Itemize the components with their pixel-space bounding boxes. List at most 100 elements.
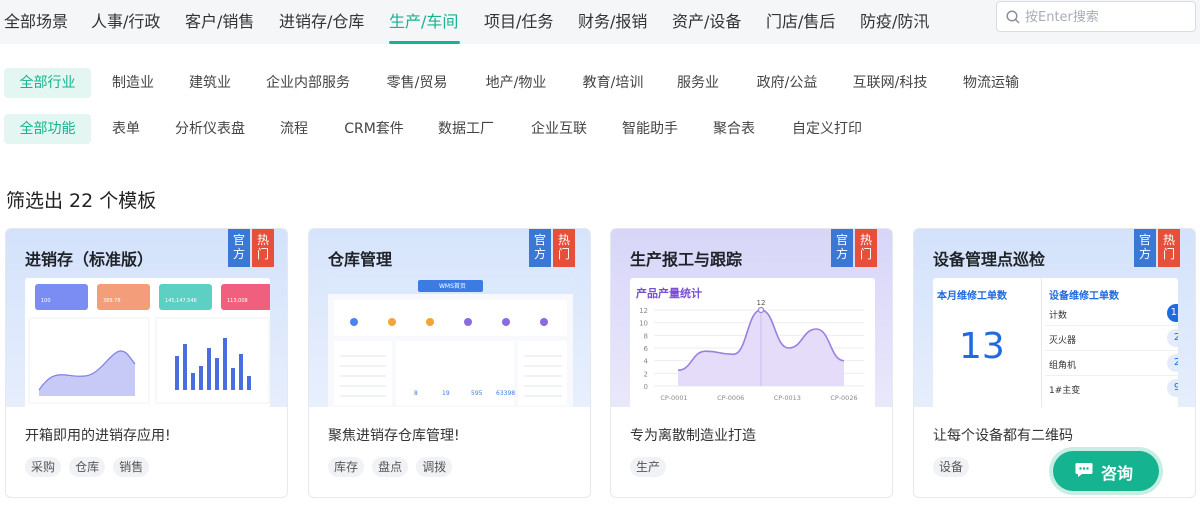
industry-filter-row: 全部行业 制造业 建筑业 企业内部服务 零售/贸易 地产/物业 教育/培训 服务… — [0, 68, 1200, 98]
official-ribbon: 官方 — [831, 229, 853, 267]
tag: 调拨 — [416, 457, 453, 477]
card-preview: 本月维修工单数 13 设备维修工单数 计数 13 灭火器 2 组角机 2 1#主… — [933, 278, 1178, 407]
chat-bubble-icon — [1075, 463, 1093, 477]
row-name: 计数 — [1049, 311, 1068, 321]
y-tick-label: 2 — [644, 370, 648, 378]
function-filter-custom-print[interactable]: 自定义打印 — [787, 114, 867, 144]
card-preview: 产品产量统计 0 2 4 6 8 10 12 CP-0001 CP-0006 CP-0013 CP-… — [630, 278, 875, 407]
kpi-value-2: 389.78 — [103, 298, 121, 304]
industry-filter-real-estate[interactable]: 地产/物业 — [480, 68, 552, 98]
tab-all-scenes[interactable]: 全部场景 — [4, 8, 68, 32]
function-filter-smart-assistant[interactable]: 智能助手 — [618, 114, 682, 144]
function-filter-workflow[interactable]: 流程 — [276, 114, 312, 144]
tab-store-aftersales[interactable]: 门店/售后 — [766, 8, 835, 32]
row-count-badge: 2 — [1167, 329, 1178, 347]
industry-filter-internet-tech[interactable]: 互联网/科技 — [848, 68, 932, 98]
tab-customer-sales[interactable]: 客户/销售 — [185, 8, 254, 32]
official-ribbon: 官方 — [228, 229, 250, 267]
card-tags: 生产 — [630, 456, 669, 477]
kpi-value-3: 145,147,546 — [165, 298, 197, 304]
x-tick-label: CP-0026 — [830, 394, 857, 402]
tab-inventory-warehouse[interactable]: 进销存/仓库 — [279, 8, 364, 32]
result-count: 筛选出 22 个模板 — [6, 186, 156, 213]
search-input[interactable] — [1025, 7, 1185, 27]
card-description: 开箱即用的进销存应用! — [25, 428, 171, 444]
hot-ribbon: 热门 — [553, 229, 575, 267]
function-filter-dashboard[interactable]: 分析仪表盘 — [171, 114, 249, 144]
divider — [1045, 350, 1178, 351]
function-filter-all[interactable]: 全部功能 — [4, 114, 91, 144]
card-header: 设备管理点巡检 官方 热门 本月维修工单数 13 设备维修工单数 计数 13 灭… — [914, 229, 1195, 407]
wms-stat-4: 63398 — [496, 390, 516, 397]
industry-filter-all[interactable]: 全部行业 — [4, 68, 91, 98]
card-preview: 100 389.78 145,147,546 113,008 — [25, 278, 270, 407]
y-tick-label: 10 — [639, 320, 648, 328]
kpi-value-4: 113,008 — [227, 298, 248, 304]
industry-filter-internal-services[interactable]: 企业内部服务 — [262, 68, 354, 98]
card-description: 专为离散制造业打造 — [630, 428, 756, 444]
divider — [1045, 375, 1178, 376]
peak-point — [757, 306, 765, 314]
wms-stat-2: 19 — [442, 390, 450, 397]
y-tick-label: 0 — [644, 383, 648, 391]
search-box[interactable] — [996, 1, 1196, 32]
active-tab-underline — [389, 41, 460, 44]
tab-epidemic-flood[interactable]: 防疫/防汛 — [860, 8, 929, 32]
function-filter-crm[interactable]: CRM套件 — [340, 114, 408, 144]
tab-asset-equipment[interactable]: 资产/设备 — [672, 8, 741, 32]
chart-title: 产品产量统计 — [636, 287, 702, 300]
hot-ribbon: 热门 — [1158, 229, 1180, 267]
tag: 盘点 — [372, 457, 409, 477]
top-nav: 全部场景 人事/行政 客户/销售 进销存/仓库 生产/车间 项目/任务 财务/报… — [0, 0, 1200, 44]
consult-button[interactable]: 咨询 — [1053, 451, 1159, 491]
card-description: 聚焦进销存仓库管理! — [328, 428, 460, 444]
card-title: 设备管理点巡检 — [933, 250, 1046, 269]
function-filter-enterprise-connect[interactable]: 企业互联 — [527, 114, 591, 144]
industry-filter-logistics[interactable]: 物流运输 — [959, 68, 1023, 98]
row-count-badge: 2 — [1167, 354, 1178, 372]
wms-preview-graphic — [328, 278, 573, 407]
row-name: 组角机 — [1049, 361, 1077, 371]
search-icon — [1006, 10, 1020, 24]
y-tick-label: 12 — [639, 307, 648, 315]
tab-production-workshop[interactable]: 生产/车间 — [389, 8, 458, 32]
row-count-badge: 13 — [1167, 304, 1178, 322]
result-prefix: 筛选出 — [6, 190, 64, 212]
consult-label: 咨询 — [1101, 464, 1134, 483]
row-name: 1#主变 — [1049, 386, 1081, 396]
industry-filter-manufacturing[interactable]: 制造业 — [108, 68, 158, 98]
hot-ribbon: 热门 — [252, 229, 274, 267]
card-title: 仓库管理 — [328, 250, 393, 269]
template-card-warehouse[interactable]: 仓库管理 官方 热门 WMS首页 8 19 595 63398 聚焦进销存仓库管… — [308, 228, 591, 498]
wms-stat-1: 8 — [414, 390, 418, 397]
industry-filter-retail-trade[interactable]: 零售/贸易 — [381, 68, 453, 98]
card-header: 进销存（标准版） 官方 热门 100 389.78 145,147,546 11… — [6, 229, 287, 407]
card-tags: 库存 盘点 调拨 — [328, 456, 455, 477]
monthly-repair-count: 13 — [959, 326, 1005, 367]
template-card-production-tracking[interactable]: 生产报工与跟踪 官方 热门 产品产量统计 0 2 4 6 8 10 12 CP-0001 CP-… — [610, 228, 893, 498]
result-number: 22 — [69, 190, 94, 212]
industry-filter-services[interactable]: 服务业 — [673, 68, 723, 98]
result-suffix: 个模板 — [99, 190, 157, 212]
wms-stat-3: 595 — [471, 390, 483, 397]
peak-data-label: 12 — [757, 299, 766, 307]
function-filter-data-factory[interactable]: 数据工厂 — [434, 114, 498, 144]
industry-filter-government[interactable]: 政府/公益 — [751, 68, 823, 98]
tag: 采购 — [25, 457, 62, 477]
tab-hr-admin[interactable]: 人事/行政 — [91, 8, 160, 32]
official-ribbon: 官方 — [1134, 229, 1156, 267]
card-header: 生产报工与跟踪 官方 热门 产品产量统计 0 2 4 6 8 10 12 CP-0001 CP-… — [611, 229, 892, 407]
row-count-badge: 9 — [1167, 379, 1178, 397]
monthly-repair-title: 本月维修工单数 — [937, 291, 1007, 302]
card-description: 让每个设备都有二维码 — [933, 428, 1073, 444]
industry-filter-construction[interactable]: 建筑业 — [185, 68, 235, 98]
tab-finance-reimbursement[interactable]: 财务/报销 — [578, 8, 647, 32]
template-card-inventory-standard[interactable]: 进销存（标准版） 官方 热门 100 389.78 145,147,546 11… — [5, 228, 288, 498]
tab-project-task[interactable]: 项目/任务 — [484, 8, 553, 32]
industry-filter-education[interactable]: 教育/培训 — [577, 68, 649, 98]
y-tick-label: 4 — [644, 358, 649, 366]
function-filter-form[interactable]: 表单 — [108, 114, 144, 144]
function-filter-row: 全部功能 表单 分析仪表盘 流程 CRM套件 数据工厂 企业互联 智能助手 聚合… — [0, 114, 1200, 144]
x-tick-label: CP-0006 — [717, 394, 744, 402]
function-filter-aggregate-table[interactable]: 聚合表 — [709, 114, 759, 144]
